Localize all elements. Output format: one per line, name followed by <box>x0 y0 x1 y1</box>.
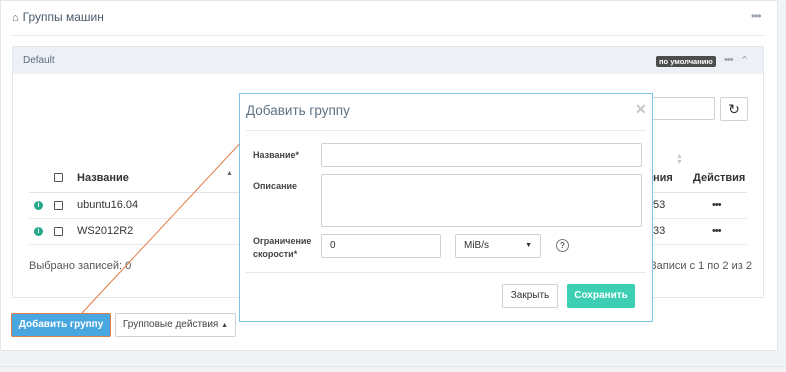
save-button[interactable]: Сохранить <box>567 284 635 308</box>
dialog-footer-divider <box>246 272 646 273</box>
close-icon[interactable]: ✕ <box>635 101 647 118</box>
speed-limit-label-line1: Ограничение <box>253 236 312 246</box>
speed-limit-label-line2: скорости* <box>253 249 298 259</box>
dialog-divider <box>246 130 646 131</box>
close-button[interactable]: Закрыть <box>502 284 558 308</box>
speed-unit-select[interactable]: MiB/s ▼ <box>455 234 541 258</box>
dialog-title: Добавить группу <box>246 103 350 118</box>
speed-limit-input[interactable]: 0 <box>321 234 441 258</box>
name-input[interactable] <box>321 143 642 167</box>
help-icon[interactable]: ? <box>556 239 569 252</box>
speed-unit-value: MiB/s <box>464 240 489 251</box>
description-textarea[interactable] <box>321 174 642 227</box>
speed-limit-value: 0 <box>330 240 336 251</box>
description-label: Описание <box>253 181 298 191</box>
speed-limit-label: Ограничение скорости* <box>253 235 311 261</box>
chevron-down-icon: ▼ <box>525 242 532 249</box>
name-label: Название* <box>253 150 299 160</box>
bottom-divider <box>0 366 786 367</box>
